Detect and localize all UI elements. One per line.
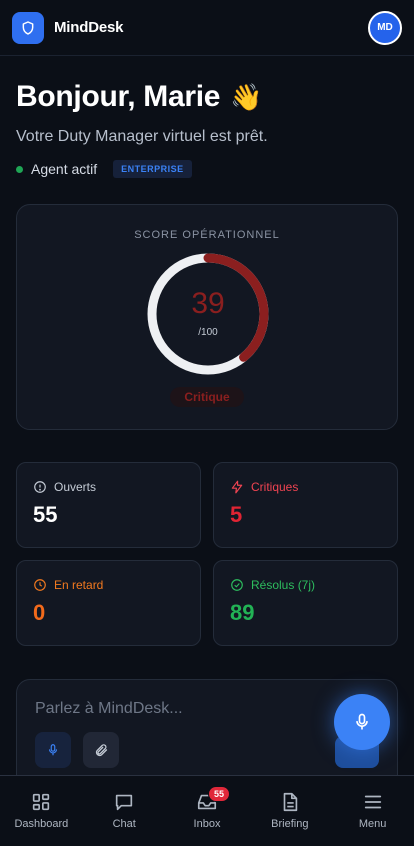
stat-card-open[interactable]: Ouverts 55: [16, 462, 201, 548]
stat-card-resolved[interactable]: Résolus (7j) 89: [213, 560, 398, 646]
chat-icon: [116, 794, 133, 811]
inbox-count-badge: 55: [207, 786, 230, 802]
microphone-icon: [356, 713, 368, 730]
score-card[interactable]: SCORE OPÉRATIONNEL 39 /100 Critique: [16, 204, 398, 430]
agent-status: Agent actif ENTERPRISE: [16, 160, 398, 178]
stat-label: Résolus (7j): [251, 578, 316, 592]
bottom-navigation: Dashboard Chat 55 Inbox Briefing Menu: [0, 775, 414, 846]
nav-item-dashboard[interactable]: Dashboard: [0, 776, 83, 846]
stat-value: 0: [33, 600, 46, 625]
nav-item-briefing[interactable]: Briefing: [248, 776, 331, 846]
stat-label: En retard: [54, 578, 104, 592]
user-avatar[interactable]: MD: [368, 10, 402, 45]
info-circle-icon: [34, 481, 46, 493]
nav-label: Briefing: [271, 818, 309, 830]
app-name: MindDesk: [54, 19, 124, 36]
status-text: Agent actif: [31, 161, 98, 177]
greeting-title: Bonjour, Marie: [16, 80, 221, 113]
clock-icon: [34, 579, 46, 591]
waving-hand-icon: 👋: [230, 81, 263, 112]
voice-assistant-button[interactable]: [334, 694, 390, 750]
score-title: SCORE OPÉRATIONNEL: [134, 229, 280, 241]
menu-icon: [364, 795, 381, 809]
nav-label: Inbox: [193, 818, 221, 830]
stat-value: 55: [33, 502, 58, 527]
nav-label: Menu: [358, 818, 387, 830]
nav-label: Chat: [112, 818, 136, 830]
nav-item-chat[interactable]: Chat: [83, 776, 166, 846]
app-header: MindDesk MD: [0, 0, 414, 56]
stat-label: Ouverts: [54, 480, 97, 494]
stat-value: 89: [230, 600, 255, 625]
microphone-icon: [48, 744, 58, 756]
check-circle-icon: [231, 579, 243, 591]
bolt-icon: [231, 480, 243, 494]
page-title: Bonjour, Marie 👋: [16, 80, 398, 114]
score-max: /100: [198, 327, 218, 338]
nav-item-inbox[interactable]: 55 Inbox: [166, 776, 249, 846]
nav-item-menu[interactable]: Menu: [331, 776, 414, 846]
stat-card-critical[interactable]: Critiques 5: [213, 462, 398, 548]
stat-value: 5: [230, 502, 243, 527]
brand[interactable]: MindDesk: [12, 11, 124, 44]
stat-label: Critiques: [251, 480, 299, 494]
plan-badge: ENTERPRISE: [113, 160, 192, 178]
score-value: 39: [191, 287, 225, 320]
document-icon: [283, 792, 298, 812]
nav-label: Dashboard: [14, 818, 69, 830]
status-dot-icon: [16, 165, 23, 173]
grid-icon: [33, 793, 50, 811]
shield-logo-icon: [12, 11, 44, 44]
stat-card-overdue[interactable]: En retard 0: [16, 560, 201, 646]
score-gauge: 39 /100: [145, 251, 271, 377]
attach-button[interactable]: [83, 732, 119, 768]
voice-button[interactable]: [35, 732, 71, 768]
chat-input[interactable]: Parlez à MindDesk...: [35, 700, 183, 718]
paperclip-icon: [95, 743, 107, 756]
greeting-subtitle: Votre Duty Manager virtuel est prêt.: [16, 128, 268, 145]
score-status-badge: Critique: [170, 387, 244, 407]
greeting-section: Bonjour, Marie 👋 Votre Duty Manager virt…: [16, 80, 398, 178]
